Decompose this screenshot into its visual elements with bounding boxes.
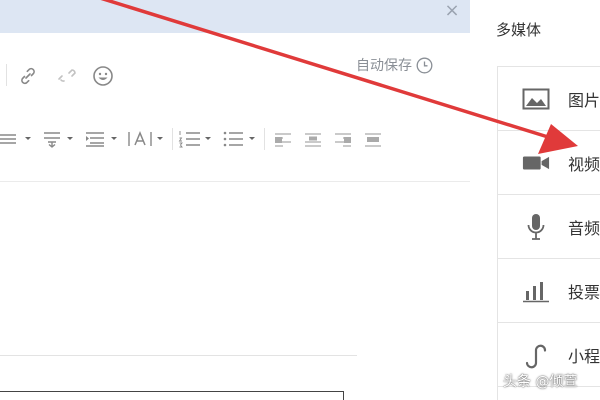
notice-bar: ×: [0, 0, 470, 33]
align-left-icon[interactable]: [272, 129, 294, 149]
media-item-label: 图片: [568, 90, 600, 110]
media-item-image[interactable]: 图片: [498, 67, 600, 131]
ordered-list-icon[interactable]: [178, 128, 214, 150]
microphone-icon: [522, 213, 550, 241]
autosave-label: 自动保存: [356, 58, 412, 74]
font-size-icon[interactable]: [127, 128, 167, 150]
toolbar-separator: [6, 64, 7, 86]
watermark-text: 头条 @倾萱: [503, 374, 578, 390]
clock-icon: [416, 57, 433, 74]
media-item-poll[interactable]: 投票: [498, 259, 600, 323]
align-right-icon[interactable]: [332, 129, 354, 149]
close-icon[interactable]: ×: [443, 2, 461, 20]
emoji-icon[interactable]: [91, 64, 115, 88]
media-item-audio[interactable]: 音频: [498, 195, 600, 259]
unlink-icon[interactable]: [55, 64, 79, 88]
media-item-label: 投票: [568, 282, 600, 302]
media-item-video[interactable]: 视频: [498, 131, 600, 195]
toolbar-separator: [264, 128, 265, 150]
mini-program-icon: [522, 341, 550, 369]
toolbar-divider: [0, 181, 470, 182]
autosave-status: 自动保存: [356, 55, 433, 75]
media-list: 图片 视频 音频 投票 小程: [497, 66, 600, 400]
link-icon[interactable]: [16, 64, 40, 88]
paragraph-spacing-icon[interactable]: [42, 128, 76, 150]
toolbar-separator: [172, 128, 173, 150]
align-justify-icon[interactable]: [362, 129, 384, 149]
align-center-icon[interactable]: [302, 129, 324, 149]
unordered-list-icon[interactable]: [222, 128, 258, 150]
editor-area: × 自动保存: [0, 0, 470, 400]
line-height-icon[interactable]: [0, 128, 34, 150]
poll-icon: [522, 277, 550, 305]
toolbar-row-2: [0, 124, 470, 154]
content-divider: [0, 355, 357, 356]
content-input-box[interactable]: [0, 391, 344, 400]
panel-title: 多媒体: [496, 21, 542, 39]
indent-icon[interactable]: [84, 128, 120, 150]
image-icon: [522, 85, 550, 113]
video-icon: [522, 149, 550, 177]
media-item-label: 视频: [568, 154, 600, 174]
media-item-label: 音频: [568, 218, 600, 238]
media-item-label: 小程: [568, 346, 600, 366]
